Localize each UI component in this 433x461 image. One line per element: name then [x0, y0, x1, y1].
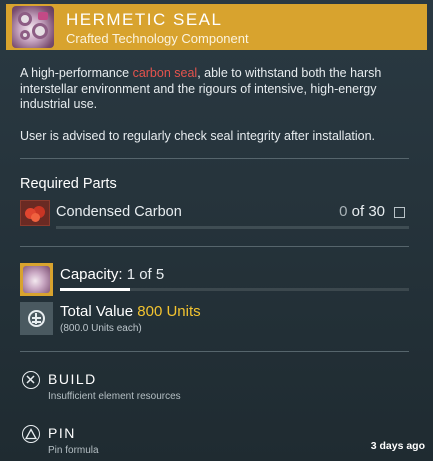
cross-button-icon — [22, 371, 40, 389]
divider — [20, 158, 409, 159]
required-parts-title: Required Parts — [20, 176, 117, 192]
item-advice: User is advised to regularly check seal … — [20, 129, 376, 143]
build-action[interactable]: BUILD Insufficient element resources — [22, 371, 222, 405]
build-label: BUILD — [48, 371, 97, 387]
checkbox-icon — [394, 207, 405, 218]
total-value-amount: 800 Units — [137, 303, 201, 320]
item-category: Crafted Technology Component — [66, 31, 249, 46]
capacity-row: Capacity: 1 of 5 — [20, 263, 409, 296]
capacity-bar-fill — [60, 288, 130, 291]
units-currency-icon — [20, 302, 53, 335]
unit-value-text: (800.0 Units each) — [60, 323, 142, 334]
hermetic-seal-icon — [12, 6, 54, 48]
timestamp: 3 days ago — [370, 440, 425, 452]
item-title: HERMETIC SEAL — [66, 10, 223, 29]
hermetic-seal-icon — [20, 263, 53, 296]
required-part-row[interactable]: Condensed Carbon 0 of 30 — [20, 200, 409, 229]
pin-action[interactable]: PIN Pin formula — [22, 425, 222, 459]
value-row: Total Value 800 Units (800.0 Units each) — [20, 302, 409, 338]
pin-label: PIN — [48, 425, 76, 441]
item-tooltip-panel: HERMETIC SEAL Crafted Technology Compone… — [0, 0, 433, 461]
divider — [20, 351, 409, 352]
condensed-carbon-icon — [20, 200, 50, 226]
capacity-text: Capacity: 1 of 5 — [60, 266, 165, 283]
triangle-button-icon — [22, 425, 40, 443]
description-highlight: carbon seal — [132, 66, 198, 80]
pin-description: Pin formula — [48, 445, 99, 456]
item-header: HERMETIC SEAL Crafted Technology Compone… — [6, 4, 427, 50]
divider — [20, 246, 409, 247]
total-value-text: Total Value 800 Units — [60, 303, 201, 320]
required-part-progress-bar — [56, 226, 409, 229]
build-status: Insufficient element resources — [48, 391, 181, 402]
capacity-bar — [60, 288, 409, 291]
required-part-name: Condensed Carbon — [56, 204, 182, 220]
required-part-count: 0 of 30 — [339, 203, 385, 220]
item-description: A high-performance carbon seal, able to … — [20, 66, 382, 111]
